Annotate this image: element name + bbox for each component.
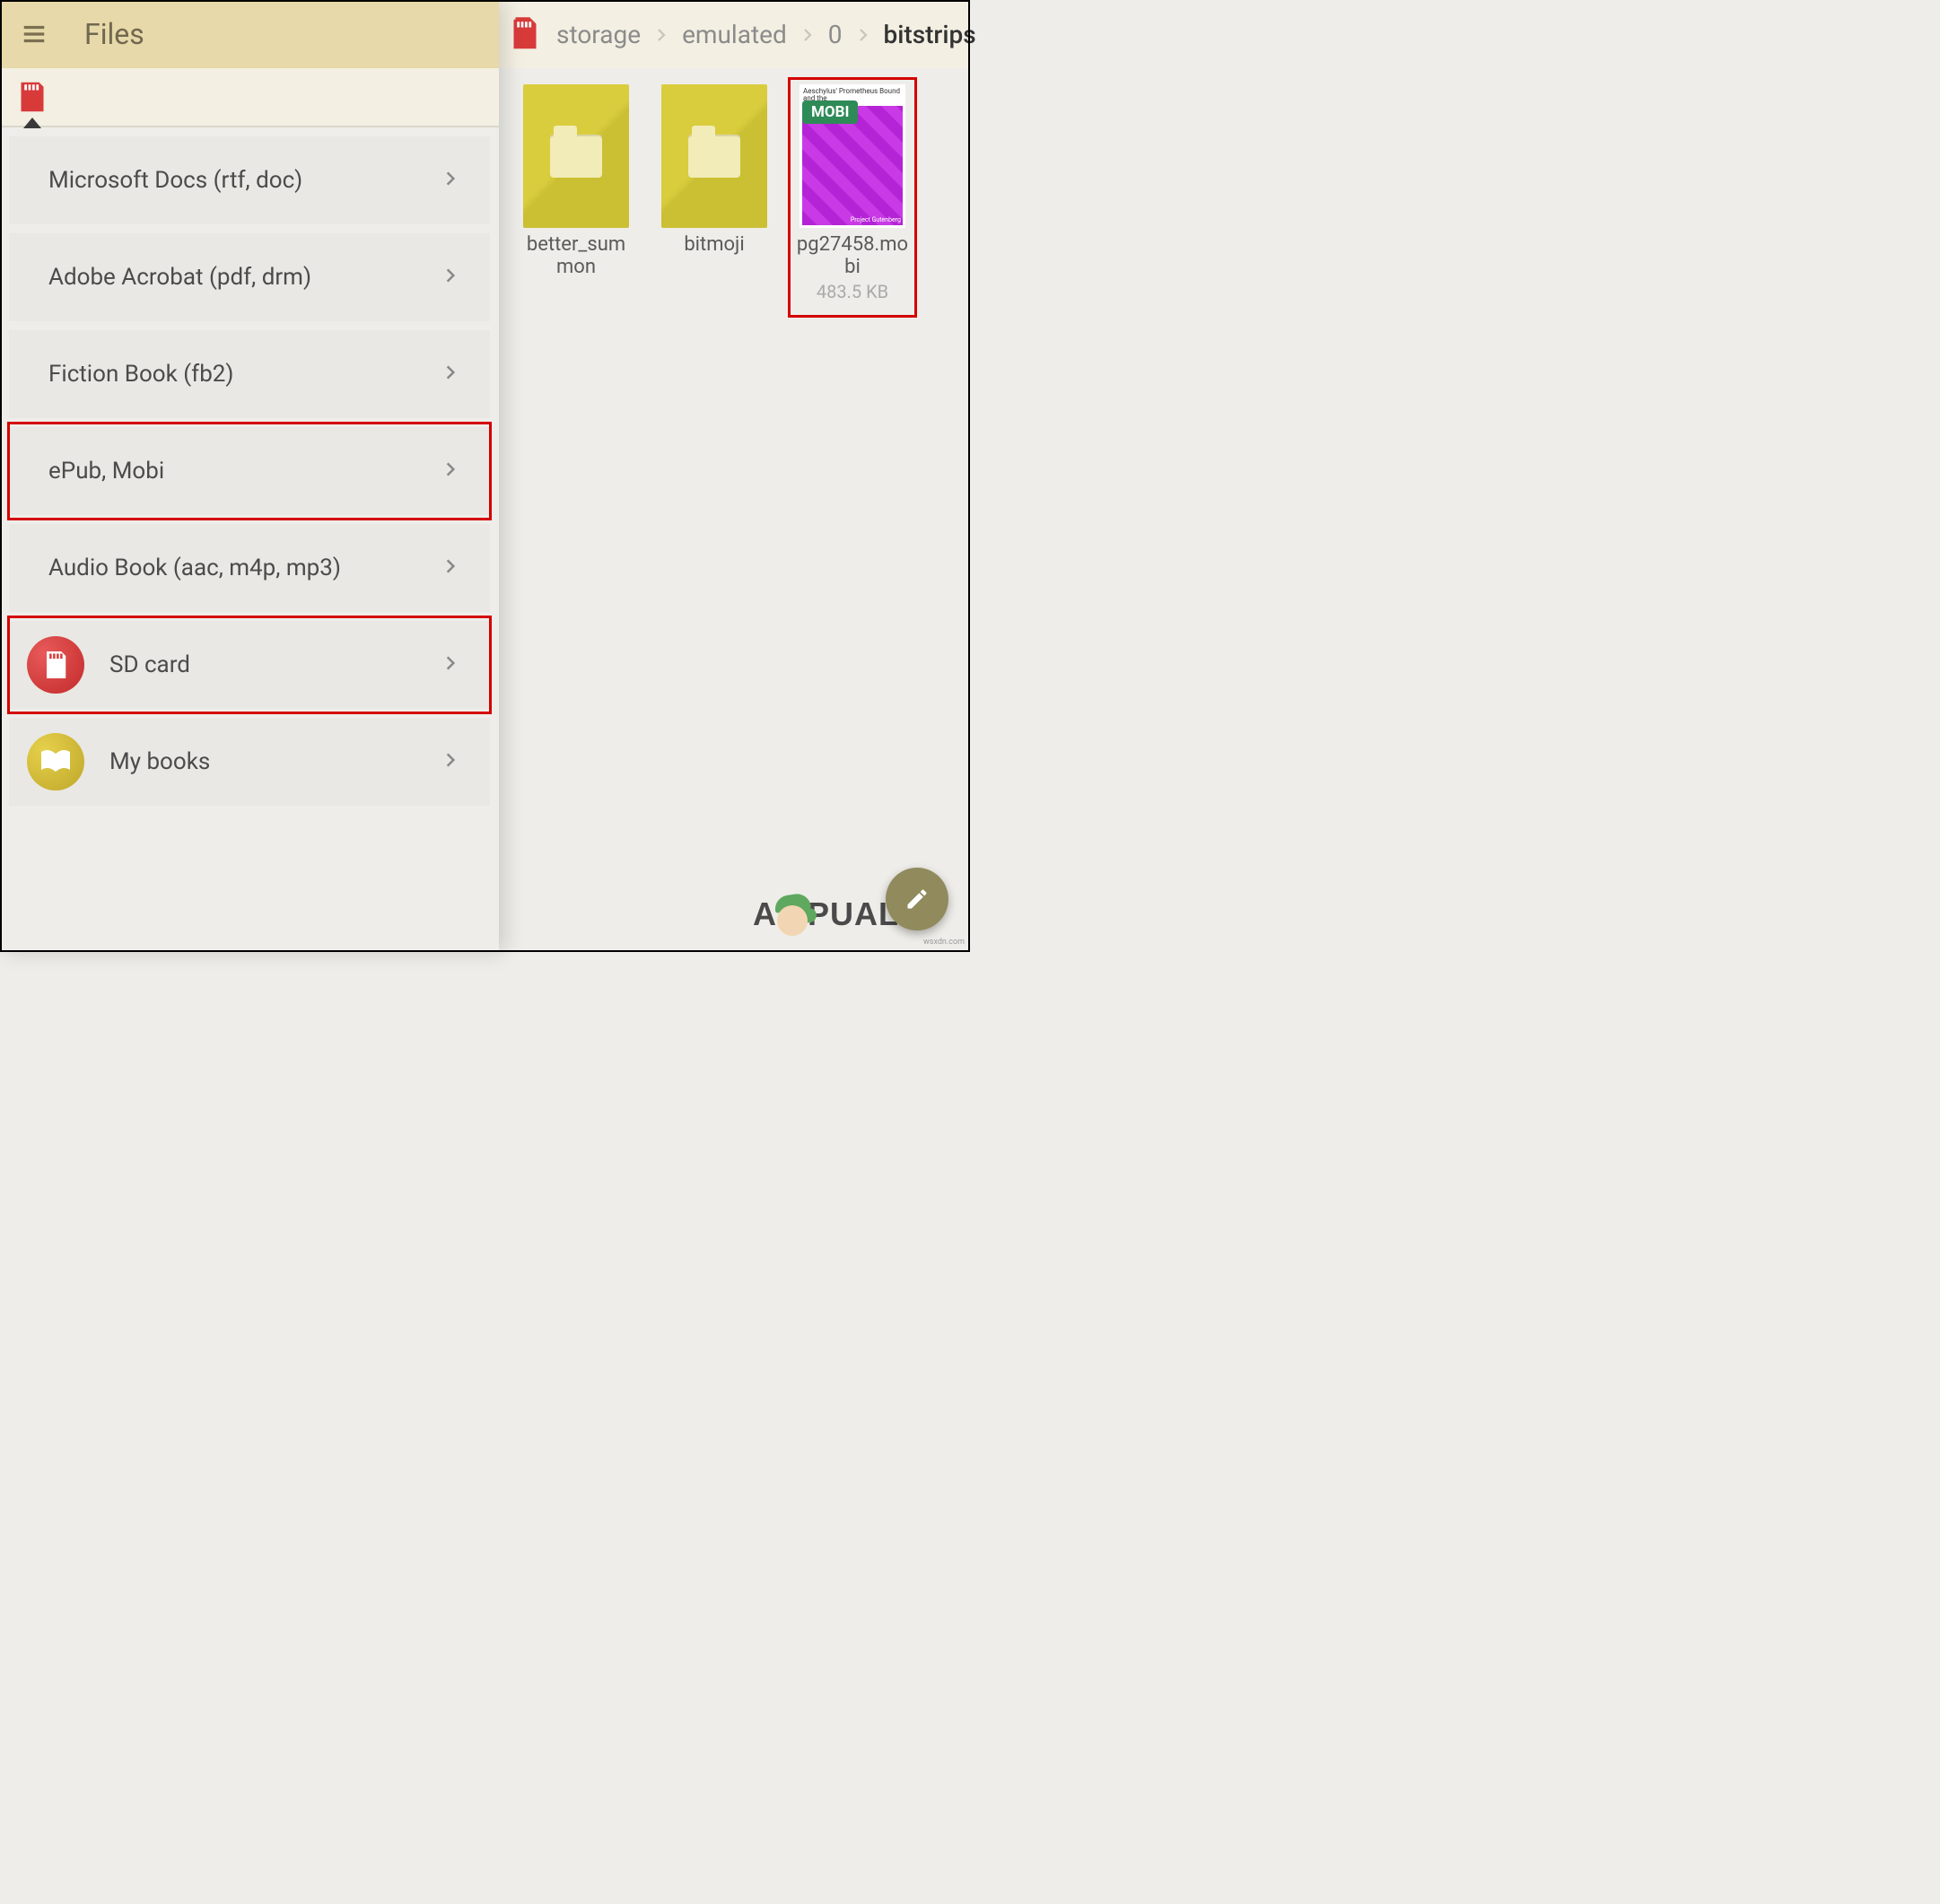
file-name: bitmoji bbox=[684, 233, 744, 256]
item-audio-book[interactable]: Audio Book (aac, m4p, mp3) bbox=[9, 524, 490, 612]
sdcard-icon bbox=[511, 17, 538, 51]
breadcrumb-bitstrips[interactable]: bitstrips bbox=[884, 20, 976, 49]
breadcrumb-storage[interactable]: storage bbox=[556, 20, 641, 49]
drawer-header: Files bbox=[0, 0, 499, 68]
folder-bitmoji[interactable]: bitmoji bbox=[657, 84, 772, 302]
chevron-right-icon bbox=[441, 460, 459, 482]
drawer-list: Microsoft Docs (rtf, doc) Adobe Acrobat … bbox=[0, 127, 499, 815]
item-label: Microsoft Docs (rtf, doc) bbox=[48, 167, 302, 194]
mascot-icon bbox=[773, 893, 811, 936]
item-sd-card[interactable]: SD card bbox=[9, 621, 490, 709]
chevron-right-icon bbox=[441, 170, 459, 191]
file-name: better_summon bbox=[519, 233, 634, 279]
drawer-tabs bbox=[0, 68, 499, 127]
item-epub-mobi[interactable]: ePub, Mobi bbox=[9, 427, 490, 515]
navigation-drawer: Files Microsoft Docs (rtf, doc) Adobe Ac… bbox=[0, 0, 499, 952]
chevron-right-icon bbox=[855, 20, 871, 49]
item-fiction-book[interactable]: Fiction Book (fb2) bbox=[9, 330, 490, 418]
chevron-right-icon bbox=[653, 20, 669, 49]
drawer-title: Files bbox=[84, 17, 144, 51]
sdcard-icon bbox=[27, 636, 84, 694]
item-label: Fiction Book (fb2) bbox=[48, 361, 233, 388]
item-label: SD card bbox=[109, 651, 190, 678]
file-mobi[interactable]: Aeschylus' Prometheus Bound and the MOBI… bbox=[795, 84, 910, 302]
item-label: Audio Book (aac, m4p, mp3) bbox=[48, 555, 341, 581]
active-tab-indicator bbox=[23, 118, 41, 128]
chevron-right-icon bbox=[441, 654, 459, 676]
item-label: My books bbox=[109, 748, 210, 775]
chevron-right-icon bbox=[800, 20, 816, 49]
item-adobe-acrobat[interactable]: Adobe Acrobat (pdf, drm) bbox=[9, 233, 490, 321]
chevron-right-icon bbox=[441, 363, 459, 385]
tab-sdcard[interactable] bbox=[0, 67, 65, 127]
chevron-right-icon bbox=[441, 751, 459, 773]
item-label: ePub, Mobi bbox=[48, 458, 164, 485]
hamburger-icon[interactable] bbox=[13, 13, 56, 56]
folder-icon bbox=[523, 84, 629, 228]
folder-better-summon[interactable]: better_summon bbox=[519, 84, 634, 302]
breadcrumb: storage emulated 0 bitstrips bbox=[556, 20, 976, 49]
mobi-badge: MOBI bbox=[802, 100, 858, 124]
file-name: pg27458.mobi bbox=[795, 233, 910, 279]
folder-icon bbox=[661, 84, 767, 228]
breadcrumb-emulated[interactable]: emulated bbox=[682, 20, 787, 49]
chevron-right-icon bbox=[441, 557, 459, 579]
item-microsoft-docs[interactable]: Microsoft Docs (rtf, doc) bbox=[9, 136, 490, 224]
item-my-books[interactable]: My books bbox=[9, 718, 490, 806]
breadcrumb-0[interactable]: 0 bbox=[828, 20, 843, 49]
file-size: 483.5 KB bbox=[817, 281, 888, 302]
edit-fab[interactable] bbox=[886, 868, 948, 930]
chevron-right-icon bbox=[441, 266, 459, 288]
credit-text: wsxdn.com bbox=[923, 938, 965, 947]
item-label: Adobe Acrobat (pdf, drm) bbox=[48, 264, 311, 291]
book-icon bbox=[27, 733, 84, 790]
